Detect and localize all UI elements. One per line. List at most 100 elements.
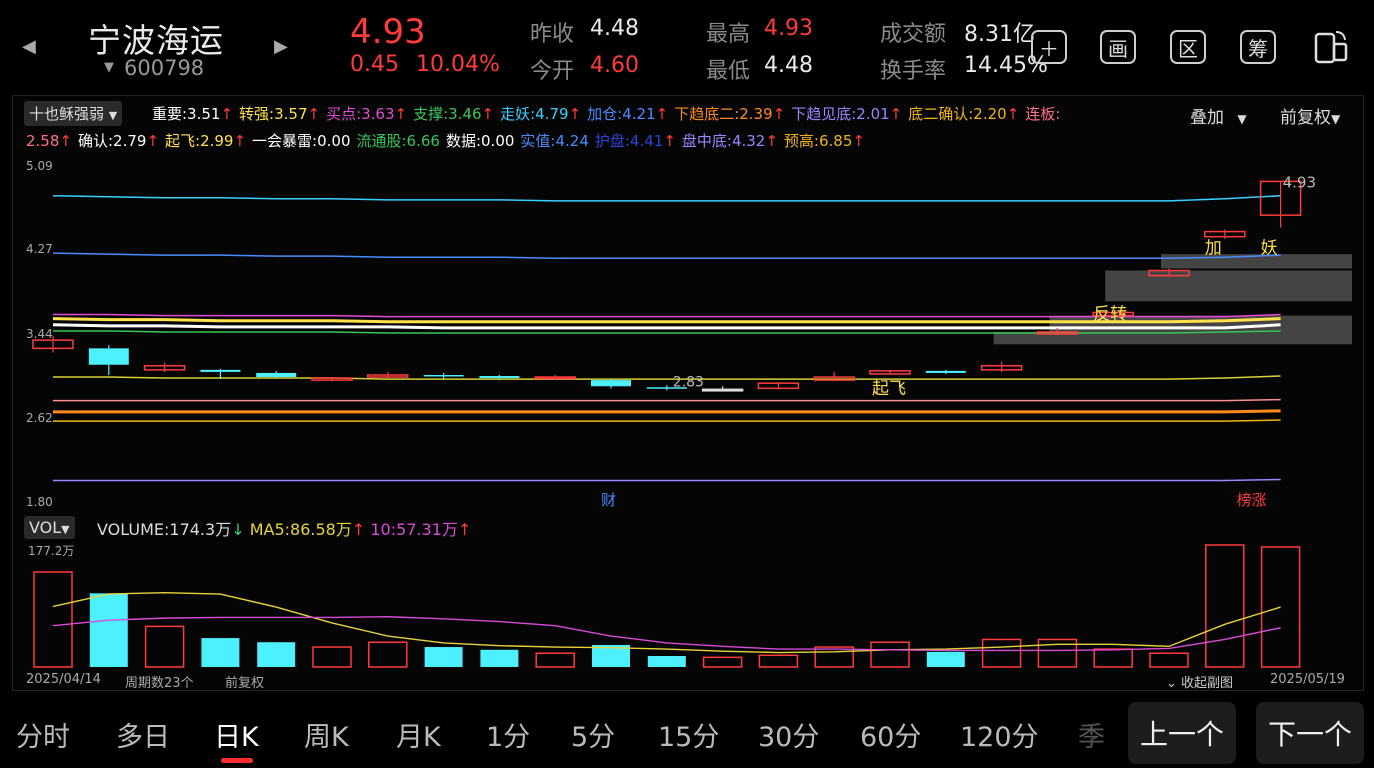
candlestick-chart[interactable]: 5.09 4.27 3.44 2.62 1.80 4.93 2.83 起飞 反转 加 妖财 榜涨 xyxy=(12,150,1364,520)
tab-120min[interactable]: 120分 xyxy=(960,715,1039,754)
up-arrow-icon: ↑ xyxy=(772,105,786,123)
indicator-line xyxy=(53,398,1281,402)
y-tick-label: 2.62 xyxy=(26,411,53,425)
indicator-value: 起飞:2.99 xyxy=(165,132,234,150)
quote-label: 今开 xyxy=(530,59,575,84)
indicator-line xyxy=(53,419,1281,422)
volume-bar xyxy=(926,651,965,667)
y-tick-label: 1.80 xyxy=(26,495,53,509)
adjust-label: 前复权 xyxy=(1280,108,1331,128)
indicator-line xyxy=(52,194,1281,202)
up-arrow-icon: ↑ xyxy=(852,132,865,150)
range-icon[interactable]: 区 xyxy=(1170,30,1206,64)
volume-bar xyxy=(647,655,686,667)
up-arrow-icon: ↑ xyxy=(220,105,234,123)
signal-bangzhang: 榜涨 xyxy=(1237,491,1267,509)
indicator-value: 盘中底:4.32 xyxy=(681,132,766,150)
indicator-value: 确认:2.79 xyxy=(77,132,147,150)
adjust-button[interactable]: 前复权▼ xyxy=(1280,103,1340,128)
chips-icon[interactable]: 筹 xyxy=(1240,30,1276,64)
collapse-subchart-button[interactable]: ⌄ 收起副图 xyxy=(1166,672,1233,691)
volume-bar xyxy=(33,571,73,668)
chevron-down-icon: ▼ xyxy=(61,523,70,536)
candle-body xyxy=(479,376,520,379)
tab-1min[interactable]: 1分 xyxy=(486,715,530,754)
volume-bar xyxy=(870,641,910,668)
high-price-label: 4.93 xyxy=(1283,173,1316,191)
prev-button[interactable]: 上一个 xyxy=(1128,702,1236,764)
chevron-down-icon: ▼ xyxy=(1331,112,1341,126)
collapse-icon: ⌄ xyxy=(1166,676,1177,691)
indicator-value: 加仓:4.21 xyxy=(587,105,656,123)
indicator-value: 重要:3.51 xyxy=(152,105,221,123)
candle-body xyxy=(423,374,464,377)
indicator-value: 买点:3.63 xyxy=(326,105,395,123)
volume-max-label: 177.2万 xyxy=(28,544,74,558)
quote-value: 4.48 xyxy=(764,53,813,78)
indicator-line xyxy=(53,409,1281,414)
up-arrow-icon: ↑ xyxy=(889,105,903,123)
up-arrow-icon: ↑ xyxy=(765,132,778,150)
signal-jia: 加 xyxy=(1205,239,1222,259)
signal-fanzhuan: 反转 xyxy=(1093,305,1127,325)
indicator-value: 数据:0.00 xyxy=(445,132,515,150)
end-date: 2025/05/19 xyxy=(1270,672,1345,687)
tab-weekly-k[interactable]: 周K xyxy=(304,715,349,754)
indicator-line xyxy=(53,375,1281,380)
price-change: 0.45 10.04% xyxy=(350,52,500,77)
tab-60min[interactable]: 60分 xyxy=(860,715,921,754)
quote-label: 换手率 xyxy=(880,59,947,84)
ma10-value: 10:57.31万 xyxy=(370,520,458,539)
tab-quarterly[interactable]: 季 xyxy=(1078,715,1105,754)
tab-30min[interactable]: 30分 xyxy=(758,715,819,754)
tab-timeshare[interactable]: 分时 xyxy=(16,715,70,754)
volume-bar xyxy=(424,647,463,667)
volume-bar xyxy=(702,656,743,668)
tab-multiday[interactable]: 多日 xyxy=(116,715,170,754)
candle-body xyxy=(534,376,576,380)
tab-daily-k[interactable]: 日K xyxy=(214,715,259,754)
indicator-selector[interactable]: 十也稣强弱 ▼ xyxy=(24,101,123,126)
volume-selector[interactable]: VOL▼ xyxy=(24,516,75,539)
tab-5min[interactable]: 5分 xyxy=(571,715,615,754)
up-arrow-icon: ↑ xyxy=(394,105,408,123)
candle-body xyxy=(701,388,744,392)
active-tab-indicator xyxy=(221,758,253,763)
volume-selector-label: VOL xyxy=(29,518,62,537)
indicator-value: 下趋底二:2.39 xyxy=(674,105,773,123)
indicator-value: 底二确认:2.20 xyxy=(908,105,1007,123)
stock-header: ◀ 宁波海运 ▶ ▼ 600798 4.93 0.45 10.04% 昨收 4.… xyxy=(0,0,1374,92)
up-arrow-icon: ↑ xyxy=(655,105,669,123)
next-button[interactable]: 下一个 xyxy=(1256,702,1364,764)
resistance-zone xyxy=(1105,270,1352,302)
indicator-value: 走妖:4.79 xyxy=(500,105,569,123)
chevron-down-icon: ▼ xyxy=(1237,112,1247,126)
indicator-values-row1: 重要:3.51↑ 转强:3.57↑ 买点:3.63↑ 支撑:3.46↑ 走妖:4.79↑… xyxy=(152,103,1066,124)
volume-bar xyxy=(1205,544,1245,668)
up-arrow-icon: ↑ xyxy=(1006,105,1020,123)
rotate-icon[interactable] xyxy=(1310,26,1350,66)
prev-stock-arrow-icon[interactable]: ◀ xyxy=(22,36,36,57)
tab-15min[interactable]: 15分 xyxy=(658,715,719,754)
quote-label: 成交额 xyxy=(880,22,947,47)
stock-name: 宁波海运 xyxy=(88,21,224,60)
up-arrow-icon: ↑ xyxy=(307,105,321,123)
ma5-value: MA5:86.58万 xyxy=(249,520,352,539)
volume-bar xyxy=(535,652,575,668)
y-tick-label: 3.44 xyxy=(26,327,53,341)
indicator-value: 实值:4.24 xyxy=(520,132,589,150)
plus-icon[interactable]: ＋ xyxy=(1031,30,1067,64)
y-tick-label: 5.09 xyxy=(26,159,53,173)
tab-monthly-k[interactable]: 月K xyxy=(396,715,441,754)
volume-bar xyxy=(480,649,519,667)
signal-qifei: 起飞 xyxy=(872,379,906,399)
draw-icon[interactable]: 画 xyxy=(1100,30,1136,64)
code-dropdown-icon[interactable]: ▼ xyxy=(104,60,114,75)
next-stock-arrow-icon[interactable]: ▶ xyxy=(274,36,288,57)
quote-value: 4.48 xyxy=(590,16,639,41)
indicator-value: 下趋见底:2.01 xyxy=(791,105,890,123)
volume-chart[interactable]: 177.2万 xyxy=(12,540,1364,690)
up-arrow-icon: ↑ xyxy=(663,132,676,150)
stock-code: 600798 xyxy=(124,56,205,80)
overlay-button[interactable]: 叠加 ▼ xyxy=(1190,103,1247,128)
